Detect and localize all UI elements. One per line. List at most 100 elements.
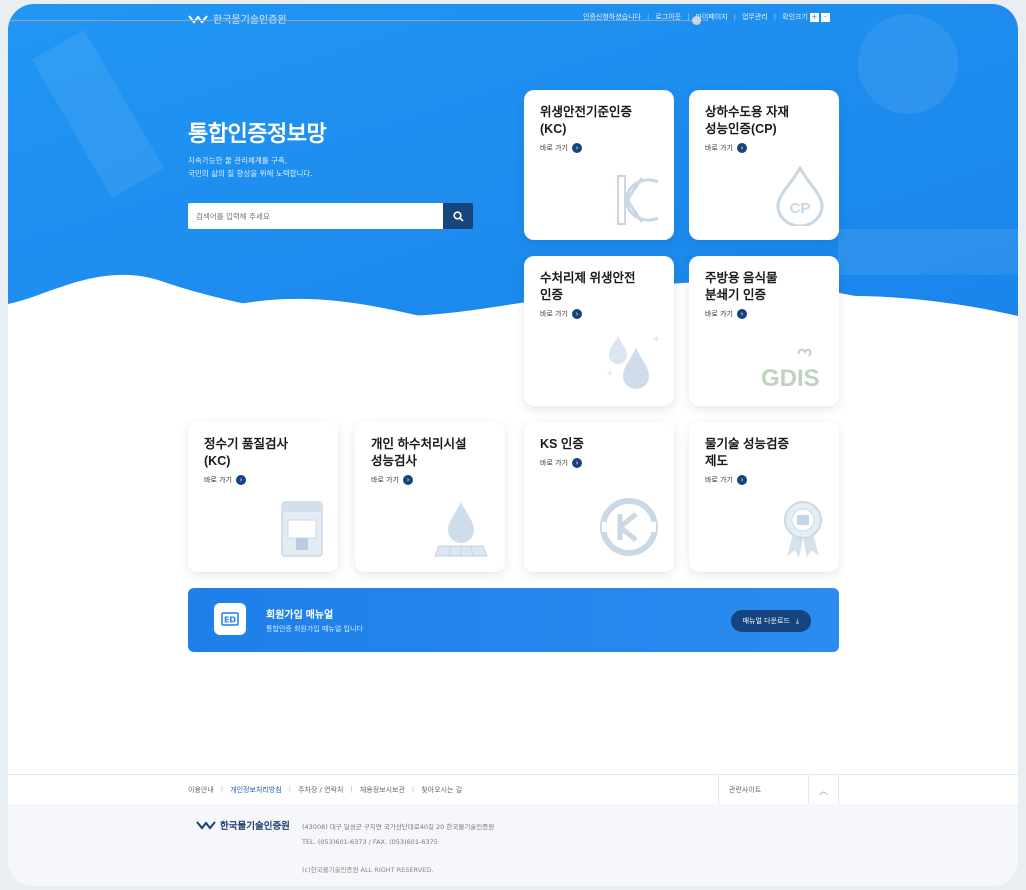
card-go-link[interactable]: 바로 가기 › xyxy=(705,143,823,153)
card-title-line: 제도 xyxy=(705,454,729,468)
card-water-purifier[interactable]: 정수기 품질검사 (KC) 바로 가기 › xyxy=(188,422,338,572)
gdis-mark-text: GDIS xyxy=(761,365,820,392)
zoom-in-button[interactable]: + xyxy=(809,12,819,22)
zoom-out-button[interactable]: - xyxy=(820,12,830,22)
footer-link-privacy[interactable]: 개인정보처리방침 xyxy=(230,785,282,795)
page-frame: 한국물기술인증원 인증신청하셨습니다 | 로그아웃 | 마이페이지 | 업무관리… xyxy=(8,4,1018,886)
card-title-line: 물기술 성능검증 xyxy=(705,437,789,451)
card-title: 위생안전기준인증 (KC) xyxy=(540,104,658,138)
card-title-line: (KC) xyxy=(204,454,231,468)
site-header: 한국물기술인증원 인증신청하셨습니다 | 로그아웃 | 마이페이지 | 업무관리… xyxy=(8,4,1018,32)
card-go-link[interactable]: 바로 가기 › xyxy=(204,475,322,485)
arrow-right-icon: › xyxy=(737,309,747,319)
drop-on-tiles-icon xyxy=(434,502,488,557)
card-go-link[interactable]: 바로 가기 › xyxy=(371,475,489,485)
card-food-disposer[interactable]: 주방용 음식물 분쇄기 인증 바로 가기 › GDIS xyxy=(689,256,839,406)
card-go-link[interactable]: 바로 가기 › xyxy=(705,475,823,485)
card-title-line: 위생안전기준인증 xyxy=(540,105,633,119)
arrow-right-icon: › xyxy=(236,475,246,485)
footer-link[interactable]: 찾아오시는 길 xyxy=(421,785,462,795)
related-sites-dropdown[interactable]: 관련사이트 xyxy=(718,775,808,805)
sparkle-icon: + xyxy=(652,334,660,345)
footer-separator: | xyxy=(288,785,292,793)
utility-separator: | xyxy=(733,13,737,21)
scroll-top-button[interactable]: ︿ xyxy=(808,775,839,805)
card-sewage-treatment[interactable]: 개인 하수처리시설 성능검사 바로 가기 › xyxy=(355,422,505,572)
hero-desc-line: 국민의 삶의 질 향상을 위해 노력합니다. xyxy=(188,169,313,178)
utility-separator: | xyxy=(773,13,777,21)
footer-org-name: 한국물기술인증원 xyxy=(220,821,290,832)
card-title-line: 수처리제 위생안전 xyxy=(540,271,636,285)
card-water-tech-verification[interactable]: 물기술 성능검증 제도 바로 가기 › xyxy=(689,422,839,572)
card-go-label: 바로 가기 xyxy=(705,144,733,152)
gdis-logo-icon: GDIS xyxy=(761,348,820,392)
book-icon-text: ED xyxy=(224,616,236,625)
search-icon xyxy=(452,210,464,222)
zoom-label: 확인크기 xyxy=(782,13,808,21)
footer-link[interactable]: 이용안내 xyxy=(188,785,214,795)
hero-desc-line: 지속가능한 물 관리체계를 구축, xyxy=(188,156,288,165)
signup-manual-banner: ED 회원가입 매뉴얼 통합인증 회원가입 매뉴얼 입니다 매뉴얼 다운로드 ⤓ xyxy=(188,588,839,652)
card-go-label: 바로 가기 xyxy=(204,476,232,484)
banner-description: 통합인증 회원가입 매뉴얼 입니다 xyxy=(266,625,363,633)
arrow-right-icon: › xyxy=(572,143,582,153)
card-title-line: (KC) xyxy=(540,122,567,136)
footer-link[interactable]: 주차장 / 연락처 xyxy=(298,785,343,795)
card-go-label: 바로 가기 xyxy=(540,459,568,467)
water-drops-icon: + + xyxy=(606,334,660,389)
download-button-label: 매뉴얼 다운로드 xyxy=(742,617,790,625)
search-input[interactable] xyxy=(188,203,443,229)
manual-download-button[interactable]: 매뉴얼 다운로드 ⤓ xyxy=(730,610,811,632)
header-logo[interactable]: 한국물기술인증원 xyxy=(188,11,287,26)
card-title-line: 인증 xyxy=(540,288,564,302)
card-title: 정수기 품질검사 (KC) xyxy=(204,436,322,470)
footer-copyright: (c)한국물기술인증원 ALL RIGHT RESERVED. xyxy=(302,866,434,874)
footer-link[interactable]: 체용정보시보관 xyxy=(360,785,405,795)
footer-link-list: 이용안내 | 개인정보처리방침 | 주차장 / 연락처 | 체용정보시보관 | … xyxy=(188,785,462,795)
footer-separator: | xyxy=(220,785,224,793)
water-purifier-icon xyxy=(281,501,323,557)
card-go-label: 바로 가기 xyxy=(705,310,733,318)
org-logo-icon xyxy=(188,14,208,24)
card-title: 개인 하수처리시설 성능검사 xyxy=(371,436,489,470)
card-go-link[interactable]: 바로 가기 › xyxy=(540,309,658,319)
card-title-line: KS 인증 xyxy=(540,437,584,451)
card-title-line: 정수기 품질검사 xyxy=(204,437,288,451)
footer-contact: (43008) 대구 달성군 구지면 국가산단대로40길 20 한국물기술인증원… xyxy=(302,820,494,850)
card-title: 상하수도용 자재 성능인증(CP) xyxy=(705,104,823,138)
card-go-label: 바로 가기 xyxy=(540,310,568,318)
arrow-right-icon: › xyxy=(737,143,747,153)
footer-phone: TEL. (053)601-6373 / FAX. (053)601-6375 xyxy=(302,838,438,846)
download-icon: ⤓ xyxy=(795,616,799,625)
card-go-label: 바로 가기 xyxy=(371,476,399,484)
card-title-line: 주방용 음식물 xyxy=(705,271,778,285)
card-go-link[interactable]: 바로 가기 › xyxy=(540,143,658,153)
card-go-link[interactable]: 바로 가기 › xyxy=(705,309,823,319)
search-bar xyxy=(188,203,473,229)
footer-logo: 한국물기술인증원 xyxy=(196,818,290,832)
card-title-line: 성능검사 xyxy=(371,454,418,468)
card-water-treatment[interactable]: 수처리제 위생안전 인증 바로 가기 › + + xyxy=(524,256,674,406)
slider-indicator-dot[interactable] xyxy=(692,16,701,25)
card-go-link[interactable]: 바로 가기 › xyxy=(540,458,658,468)
card-title: KS 인증 xyxy=(540,436,658,453)
card-ks-certification[interactable]: KS 인증 바로 가기 › xyxy=(524,422,674,572)
card-cp-certification[interactable]: 상하수도용 자재 성능인증(CP) 바로 가기 › CP xyxy=(689,90,839,240)
award-ribbon-icon xyxy=(784,501,822,558)
footer-info-area: 한국물기술인증원 (43008) 대구 달성군 구지면 국가산단대로40길 20… xyxy=(8,804,1018,886)
footer-nav: 이용안내 | 개인정보처리방침 | 주차장 / 연락처 | 체용정보시보관 | … xyxy=(8,774,1018,805)
footer-separator: | xyxy=(350,785,353,793)
header-org-name: 한국물기술인증원 xyxy=(213,11,287,26)
card-kc-certification[interactable]: 위생안전기준인증 (KC) 바로 가기 › xyxy=(524,90,674,240)
arrow-right-icon: › xyxy=(572,309,582,319)
top-divider-line xyxy=(8,20,708,21)
card-title-line: 분쇄기 인증 xyxy=(705,288,766,302)
manual-book-icon: ED xyxy=(214,603,246,635)
hero-background xyxy=(8,4,1018,344)
book-icon: ED xyxy=(221,612,239,626)
search-button[interactable] xyxy=(443,203,473,229)
arrow-right-icon: › xyxy=(737,475,747,485)
hero-title: 통합인증정보망 xyxy=(188,121,327,146)
utility-link-admin[interactable]: 업무관리 xyxy=(742,12,768,22)
card-title: 물기술 성능검증 제도 xyxy=(705,436,823,470)
